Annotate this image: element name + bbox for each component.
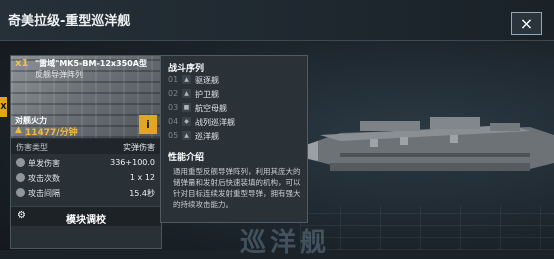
fleet-index: 05 [168,131,179,140]
stat-value: 15.4秒 [129,189,155,198]
damage-type-label: 伤害类型 [16,143,48,152]
module-tune-button[interactable]: ⚙ 模块调校 [11,206,161,226]
stat-row-damage: 单发伤害 336+100.0 [11,156,161,171]
fleet-title: 战斗序列 [168,64,205,74]
firepower-value: 11477/分钟 [25,128,78,138]
fleet-index: 04 [168,117,179,126]
close-icon: × [519,14,534,33]
ship-class-icon: ▲ [182,75,191,84]
fleet-label: 航空母舰 [195,104,227,113]
stat-value: 1 x 12 [129,173,155,182]
fleet-label: 巡洋舰 [195,132,219,141]
fleet-item: 03 ■ 航空母舰 [168,102,304,115]
attack-count-icon [16,173,25,182]
weapon-type: 反舰导弹阵列 [35,70,83,79]
fleet-item: 02 ▲ 护卫舰 [168,88,304,101]
stat-label: 单发伤害 [28,159,60,168]
tune-button-label: 模块调校 [66,215,106,226]
tune-icon: ⚙ [17,210,26,221]
damage-type-row: 伤害类型 实弹伤害 [11,139,161,154]
page-title: 奇美拉级-重型巡洋舰 [8,14,131,29]
ship-class-icon: ▲ [182,89,191,98]
class-watermark: 巡洋舰 [240,228,331,258]
stat-row-attacks: 攻击次数 1 x 12 [11,171,161,186]
damage-type-value: 实弹伤害 [123,143,155,152]
damage-icon [16,158,25,167]
fleet-label: 战列巡洋舰 [195,118,235,127]
fleet-label: 护卫舰 [195,90,219,99]
side-tab[interactable]: X [0,97,7,117]
performance-title: 性能介绍 [168,153,205,163]
info-icon[interactable]: i [139,115,157,134]
ship-class-icon: ▲ [182,131,191,140]
ship-class-icon: ◆ [182,117,191,126]
firepower-icon: ▲ [15,125,22,135]
cruiser-ship-image [300,117,554,171]
ship-class-icon: ■ [182,103,191,112]
floor-grid [300,205,554,250]
info-panel: 战斗序列 01 ▲ 驱逐舰 02 ▲ 护卫舰 03 ■ 航空母舰 04 ◆ 战列… [160,55,308,223]
count-badge: x1 [15,58,29,69]
fleet-item: 01 ▲ 驱逐舰 [168,74,304,87]
interval-icon [16,188,25,197]
weapon-card: x1 "雷域"MK5-BM-12x350A型 反舰导弹阵列 对舰火力 ▲ 114… [10,55,162,249]
close-button[interactable]: × [511,12,542,35]
fleet-label: 驱逐舰 [195,76,219,85]
fleet-item: 04 ◆ 战列巡洋舰 [168,116,304,129]
performance-description: 通用重型反舰导弹阵列，利用其庞大的储弹量和发射后快速装填的机构，可以针对目标连续… [173,167,301,209]
fleet-index: 03 [168,103,179,112]
fleet-item: 05 ▲ 巡洋舰 [168,130,304,143]
fleet-index: 01 [168,75,179,84]
stat-label: 攻击次数 [28,174,60,183]
stat-label: 攻击间隔 [28,189,60,198]
weapon-name: "雷域"MK5-BM-12x350A型 [35,59,147,68]
stat-value: 336+100.0 [110,158,155,167]
top-bar: 奇美拉级-重型巡洋舰 × [0,0,554,41]
fleet-index: 02 [168,89,179,98]
stat-row-interval: 攻击间隔 15.4秒 [11,186,161,201]
